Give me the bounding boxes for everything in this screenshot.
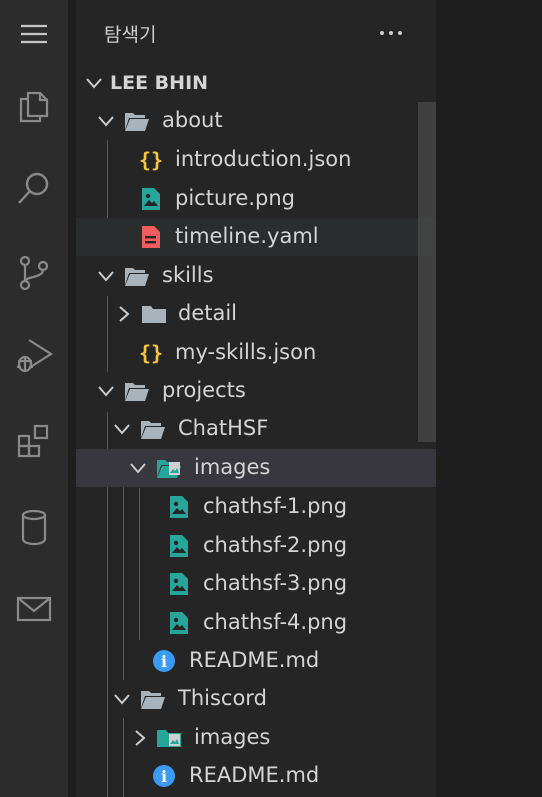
- folder-open-icon: [124, 378, 150, 404]
- yaml-file-icon: [138, 224, 164, 250]
- tree-item-label: detail: [178, 301, 238, 325]
- json-file-icon: {}: [138, 148, 164, 172]
- tree-folder[interactable]: images: [76, 449, 436, 487]
- root-folder-label: LEE BHIN: [110, 72, 209, 94]
- chevron-down-icon: [130, 463, 146, 474]
- tree-item-label: chathsf-1.png: [203, 494, 348, 518]
- images-folder-open-icon: [156, 455, 182, 481]
- tree-item-label: timeline.yaml: [175, 224, 319, 248]
- tree-folder[interactable]: ChatHSF: [76, 410, 436, 448]
- editor-area: [436, 0, 542, 797]
- chevron-right-icon: [135, 730, 146, 746]
- tree-folder[interactable]: Thiscord: [76, 680, 436, 718]
- database-icon[interactable]: [0, 497, 68, 557]
- tree-item-label: Thiscord: [178, 686, 267, 710]
- image-file-icon: [166, 533, 192, 559]
- tree-item-label: README.md: [189, 763, 320, 787]
- tree-item-label: skills: [162, 263, 214, 287]
- extensions-icon[interactable]: [0, 411, 68, 471]
- root-folder[interactable]: LEE BHIN: [76, 64, 436, 102]
- tree-item-label: ChatHSF: [178, 416, 269, 440]
- tree-item-label: chathsf-3.png: [203, 571, 348, 595]
- tree-item-label: chathsf-4.png: [203, 610, 348, 634]
- image-file-icon: [166, 571, 192, 597]
- chevron-right-icon: [119, 306, 130, 322]
- tree-file[interactable]: chathsf-2.png: [76, 527, 436, 565]
- image-file-icon: [138, 186, 164, 212]
- chevron-down-icon: [98, 116, 114, 127]
- tree-file[interactable]: chathsf-1.png: [76, 488, 436, 526]
- tree-item-label: README.md: [189, 648, 320, 672]
- tree-folder[interactable]: images: [76, 719, 436, 757]
- mail-icon[interactable]: [0, 579, 68, 639]
- sidebar-title: 탐색기: [104, 24, 157, 46]
- tree-file[interactable]: picture.png: [76, 180, 436, 218]
- folder-open-icon: [124, 263, 150, 289]
- source-control-icon[interactable]: [0, 243, 68, 303]
- tree-file[interactable]: i README.md: [76, 642, 436, 680]
- tree-item-label: projects: [162, 378, 246, 402]
- search-icon[interactable]: [0, 158, 68, 218]
- json-file-icon: {}: [138, 341, 164, 365]
- explorer-files-icon[interactable]: [0, 76, 68, 136]
- tree-file[interactable]: {} my-skills.json: [76, 334, 436, 372]
- svg-text:i: i: [161, 767, 167, 786]
- tree-item-label: picture.png: [175, 186, 295, 210]
- sidebar-header: 탐색기: [76, 0, 436, 66]
- tree-file[interactable]: i README.md: [76, 757, 436, 795]
- chevron-down-icon: [86, 78, 102, 89]
- images-folder-icon: [156, 725, 182, 751]
- info-icon: i: [151, 648, 177, 674]
- tree-item-label: introduction.json: [175, 147, 352, 171]
- image-file-icon: [166, 610, 192, 636]
- tree-item-label: my-skills.json: [175, 340, 317, 364]
- tree-file[interactable]: {} introduction.json: [76, 141, 436, 179]
- tree-folder[interactable]: skills: [76, 257, 436, 295]
- image-file-icon: [166, 494, 192, 520]
- folder-icon: [141, 301, 167, 327]
- svg-text:i: i: [161, 652, 167, 671]
- divider: [68, 0, 76, 797]
- chevron-down-icon: [114, 424, 130, 435]
- more-actions-icon[interactable]: [376, 18, 406, 48]
- tree-file[interactable]: timeline.yaml: [76, 218, 436, 256]
- tree-file[interactable]: chathsf-3.png: [76, 565, 436, 603]
- tree-folder[interactable]: projects: [76, 372, 436, 410]
- tree-item-label: chathsf-2.png: [203, 533, 348, 557]
- tree-item-label: about: [162, 108, 223, 132]
- tree-item-label: images: [194, 725, 271, 749]
- menu-icon[interactable]: [0, 4, 68, 64]
- tree-item-label: images: [194, 455, 271, 479]
- activity-bar: [0, 0, 68, 797]
- run-debug-icon[interactable]: [0, 325, 68, 385]
- folder-open-icon: [124, 108, 150, 134]
- folder-open-icon: [140, 686, 166, 712]
- tree-folder[interactable]: detail: [76, 295, 436, 333]
- explorer-sidebar: 탐색기 LEE BHIN about {} introduction.json …: [76, 0, 436, 797]
- chevron-down-icon: [114, 694, 130, 705]
- folder-open-icon: [140, 416, 166, 442]
- scrollbar-thumb[interactable]: [418, 102, 436, 442]
- tree-folder[interactable]: about: [76, 102, 436, 140]
- chevron-down-icon: [98, 271, 114, 282]
- info-icon: i: [151, 763, 177, 789]
- tree-file[interactable]: chathsf-4.png: [76, 604, 436, 642]
- chevron-down-icon: [98, 386, 114, 397]
